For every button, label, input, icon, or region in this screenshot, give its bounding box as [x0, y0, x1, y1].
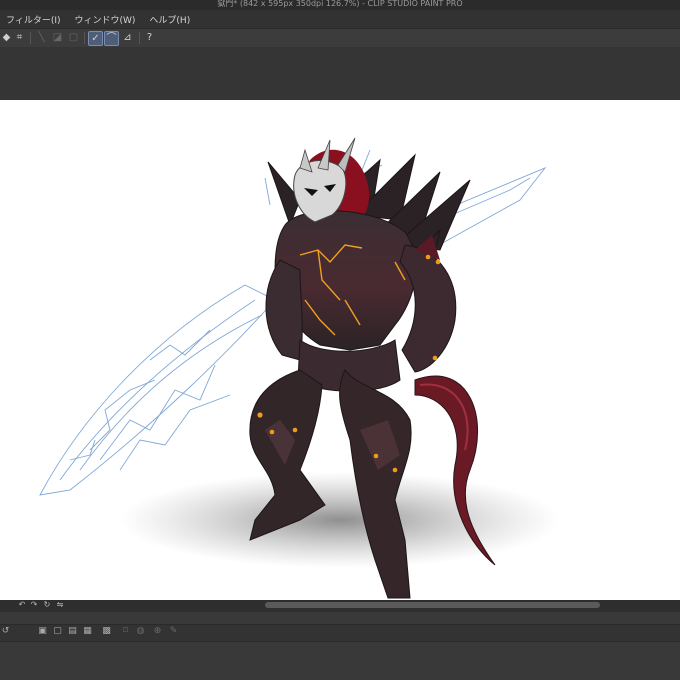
gradient-icon[interactable]: ◪	[51, 31, 64, 44]
rotate-right-icon[interactable]: ↷	[30, 600, 38, 610]
visibility-icon[interactable]: ◍	[135, 626, 146, 637]
line-tool-icon[interactable]: ╲	[35, 31, 48, 44]
folder-icon[interactable]: ▤	[67, 626, 78, 637]
ruler-icon[interactable]: ⊿	[121, 31, 134, 44]
menu-filter[interactable]: フィルター(I)	[6, 13, 61, 26]
left-arm	[265, 259, 303, 361]
edit-icon[interactable]: ✎	[168, 626, 179, 637]
menu-window[interactable]: ウィンドウ(W)	[75, 13, 136, 26]
loop-icon[interactable]: ↺	[0, 626, 11, 637]
menu-help[interactable]: ヘルプ(H)	[149, 13, 190, 26]
drawing-canvas[interactable]	[0, 100, 680, 600]
crop-icon[interactable]: ⌗	[13, 31, 26, 44]
rotate-left-icon[interactable]: ↶	[18, 600, 26, 610]
help-icon[interactable]: ?	[143, 31, 156, 44]
vector-curve-icon[interactable]: ⌒	[104, 31, 119, 46]
fill-shape-icon[interactable]: ▢	[67, 31, 80, 44]
toolbar-separator	[30, 32, 31, 44]
new-layer-icon[interactable]: ▣	[37, 626, 48, 637]
artwork	[39, 137, 560, 599]
copy-icon[interactable]: ▦	[82, 626, 93, 637]
fill-icon[interactable]: ◆	[0, 31, 13, 44]
right-arm	[399, 244, 457, 373]
window-title: 獄門* (842 x 595px 350dpi 126.7%) - CLIP S…	[217, 0, 463, 8]
tool-property-area	[0, 47, 680, 100]
menu-bar: フィルター(I) ウィンドウ(W) ヘルプ(H)	[0, 10, 680, 28]
merge-icon[interactable]: ▩	[101, 626, 112, 637]
horizontal-scrollbar[interactable]	[265, 602, 600, 608]
flip-icon[interactable]: ⇋	[56, 600, 64, 610]
mask-icon[interactable]: ⌑	[120, 626, 131, 637]
reset-rotation-icon[interactable]: ↻	[43, 600, 51, 610]
command-bar: ◆ ⌗ ╲ ◪ ▢ ✓ ⌒ ⊿ ?	[0, 28, 680, 48]
new-vector-layer-icon[interactable]: ▢	[52, 626, 63, 637]
toolbar-separator	[84, 32, 85, 44]
toolbar-separator	[139, 32, 140, 44]
ground-shadow	[120, 472, 560, 568]
layer-panel-toolbar: ↺ ▣ ▢ ▤ ▦ ▩ ⌑ ◍ ⊕ ✎	[0, 612, 680, 680]
layer-lock-icon[interactable]: ⊕	[152, 626, 163, 637]
title-bar: 獄門* (842 x 595px 350dpi 126.7%) - CLIP S…	[0, 0, 680, 10]
vector-line-icon[interactable]: ✓	[88, 31, 103, 46]
